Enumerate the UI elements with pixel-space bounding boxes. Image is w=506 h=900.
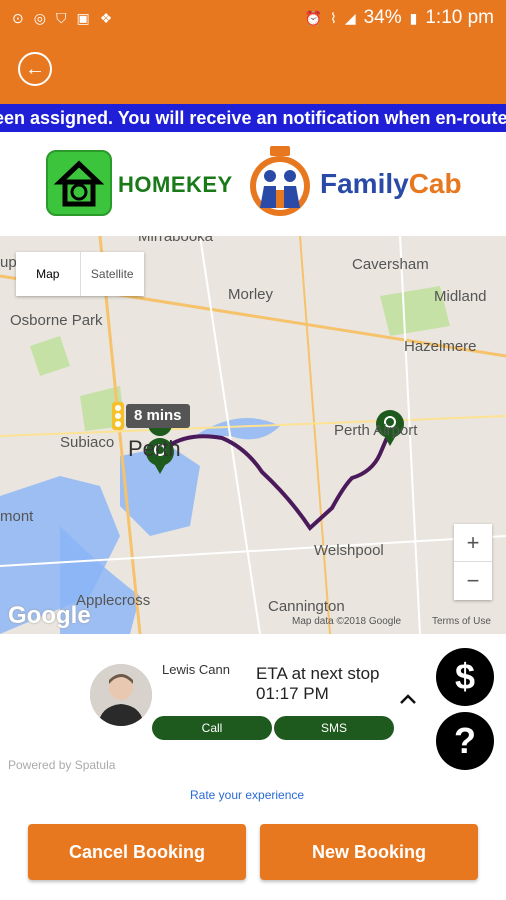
zoom-in-button[interactable]: + [454, 524, 492, 562]
eta-time: 01:17 PM [256, 684, 329, 703]
chevron-up-icon[interactable] [398, 690, 418, 710]
status-bar: ⊙ ◎ ⛉ ▣ ❖ ⏰ ⌇ ◢ 34% ▮ 1:10 pm [0, 0, 506, 36]
powered-by: Powered by Spatula [8, 758, 116, 772]
eta-bubble: 8 mins [126, 404, 190, 428]
wifi-icon: ⌇ [329, 9, 337, 26]
map-place-label: Caversham [352, 256, 429, 273]
driver-name: Lewis Cann [162, 662, 230, 677]
notification-banner: een assigned. You will receive an notifi… [0, 104, 506, 132]
system-status: ⏰ ⌇ ◢ 34% ▮ 1:10 pm [305, 7, 506, 29]
driver-avatar [90, 664, 152, 726]
map-place-label: Subiaco [60, 434, 115, 451]
banner-text: een assigned. You will receive an notifi… [0, 108, 506, 128]
map-terms-link[interactable]: Terms of Use [432, 616, 491, 627]
map-place-label: Cannington [268, 598, 345, 615]
google-logo: Google [8, 602, 91, 629]
map-type-satellite-button[interactable]: Satellite [81, 252, 145, 296]
map-place-label: Midland [434, 288, 487, 305]
image-icon: ▣ [76, 9, 90, 26]
route-map[interactable]: Mirrabooka Caversham Morley Midland Osbo… [0, 236, 506, 634]
cancel-booking-button[interactable]: Cancel Booking [28, 824, 246, 880]
zoom-controls: + − [454, 524, 492, 600]
map-place-label: Perth Airport [334, 422, 418, 439]
familycab-logo-text: FamilyCab [320, 168, 462, 200]
map-place-label: Mirrabooka [138, 236, 214, 245]
call-button[interactable]: Call [152, 716, 272, 740]
notification-icons: ⊙ ◎ ⛉ ▣ ❖ [0, 10, 112, 27]
map-type-toggle: Map Satellite [16, 252, 144, 296]
zoom-out-button[interactable]: − [454, 562, 492, 600]
payment-button[interactable]: $ [436, 648, 494, 706]
arrow-left-icon: ← [25, 58, 45, 80]
notification-icon: ◎ [33, 9, 46, 26]
map-credit: Map data ©2018 Google [292, 616, 402, 627]
rate-experience-link[interactable]: Rate your experience [190, 788, 304, 802]
battery-percent: 34% [363, 7, 402, 28]
homekey-logo-icon [46, 150, 112, 216]
back-button[interactable]: ← [18, 52, 52, 86]
map-place-label: Welshpool [314, 542, 384, 559]
map-place-label: up [0, 254, 17, 271]
help-button[interactable]: ? [436, 712, 494, 770]
battery-icon: ▮ [409, 9, 418, 26]
dropbox-icon: ❖ [99, 9, 113, 26]
dollar-icon: $ [454, 656, 476, 697]
alarm-icon: ⏰ [304, 9, 322, 26]
eta-label: ETA at next stop [256, 664, 380, 683]
app-bar: ← [0, 36, 506, 104]
familycab-logo-family: Family [320, 168, 409, 199]
notification-icon: ⊙ [12, 9, 24, 26]
map-place-label: Morley [228, 286, 274, 303]
familycab-logo-cab: Cab [408, 168, 462, 199]
driver-panel: Lewis Cann ETA at next stop 01:17 PM Cal… [0, 634, 506, 900]
map-type-map-button[interactable]: Map [16, 252, 81, 296]
clock: 1:10 pm [425, 7, 494, 28]
map-place-label: Hazelmere [404, 338, 477, 355]
map-place-label: mont [0, 508, 34, 525]
new-booking-button[interactable]: New Booking [260, 824, 478, 880]
homekey-logo-text: HOMEKEY [118, 172, 233, 197]
familycab-logo-icon [246, 146, 314, 218]
shield-icon: ⛉ [55, 9, 67, 26]
logo-strip: HOMEKEY FamilyCab [0, 132, 506, 236]
sms-button[interactable]: SMS [274, 716, 394, 740]
signal-icon: ◢ [344, 9, 356, 26]
map-place-label: Osborne Park [10, 312, 103, 329]
question-mark-icon: ? [454, 720, 476, 761]
map-place-label: Perth [128, 436, 181, 461]
